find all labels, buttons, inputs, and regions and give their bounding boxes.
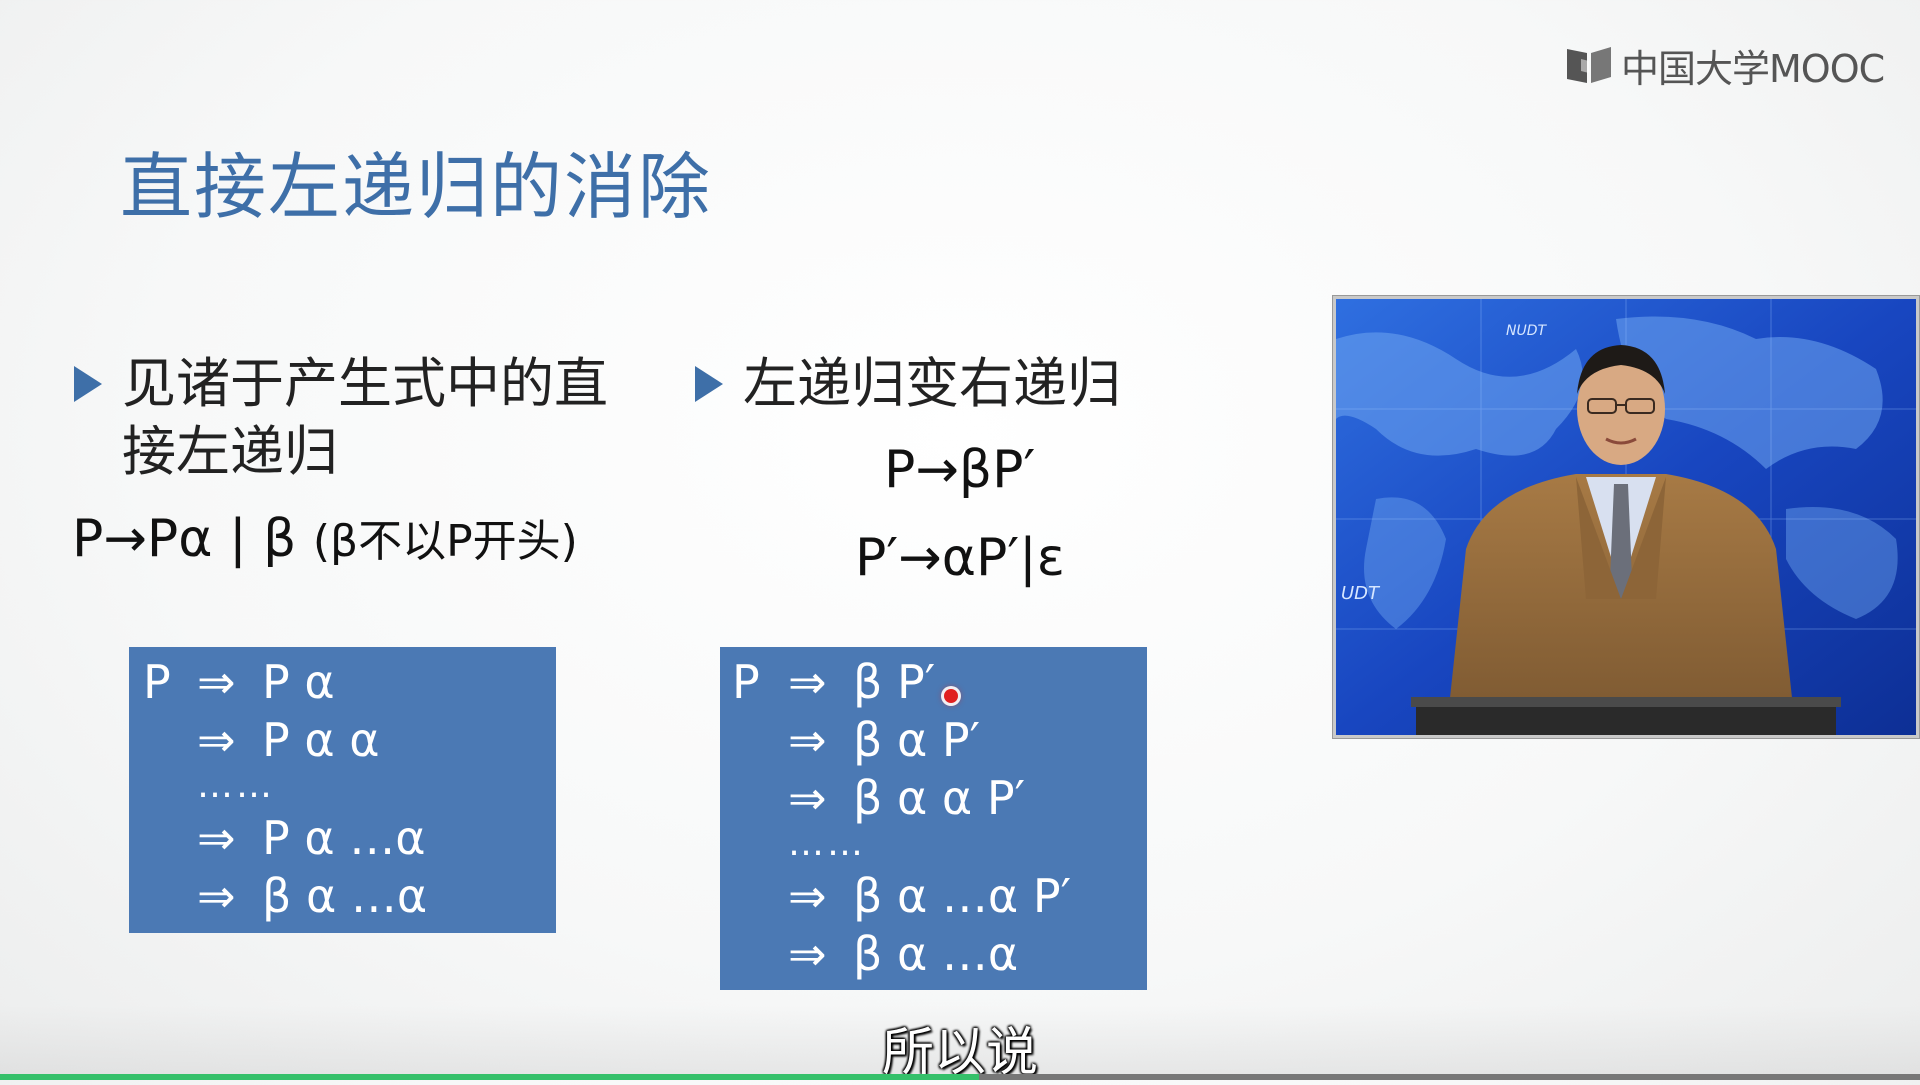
deriv-arrow: ⇒ bbox=[197, 655, 236, 709]
deriv-rhs: β α α P′ bbox=[853, 771, 1026, 825]
deriv-arrow: ⇒ bbox=[788, 655, 827, 709]
left-formula: P→Pα | β (β不以P开头) bbox=[72, 505, 578, 569]
deriv-arrow: ⇒ bbox=[197, 869, 236, 923]
deriv-rhs: P α …α bbox=[262, 811, 426, 865]
backdrop-label: NUDT bbox=[1506, 323, 1548, 339]
slide-title: 直接左递归的消除 bbox=[120, 145, 713, 229]
left-formula-main: P→Pα | β bbox=[72, 509, 297, 569]
deriv-arrow: ⇒ bbox=[197, 713, 236, 767]
left-derivation-box: P ⇒ P α ⇒ P α α …… ⇒ P α …α ⇒ β α …α bbox=[129, 647, 556, 933]
video-progress-fill bbox=[0, 1074, 980, 1080]
deriv-lhs: P bbox=[143, 655, 171, 709]
deriv-arrow: ⇒ bbox=[197, 811, 236, 865]
right-bullet: 左递归变右递归 bbox=[695, 350, 1121, 418]
deriv-arrow: ⇒ bbox=[788, 869, 827, 923]
video-progress-bar[interactable] bbox=[0, 1074, 1920, 1080]
deriv-rhs: β α P′ bbox=[853, 713, 981, 767]
deriv-arrow: ⇒ bbox=[788, 771, 827, 825]
left-formula-note: (β不以P开头) bbox=[312, 516, 578, 567]
deriv-ellipsis: …… bbox=[788, 823, 866, 864]
deriv-rhs: β α …α P′ bbox=[853, 869, 1072, 923]
bullet-triangle-icon bbox=[695, 366, 723, 402]
deriv-ellipsis: …… bbox=[197, 765, 275, 806]
deriv-arrow: ⇒ bbox=[788, 927, 827, 981]
deriv-rhs: P α α bbox=[262, 713, 380, 767]
book-logo-icon bbox=[1567, 47, 1611, 83]
brand-name: 中国大学MOOC bbox=[1621, 46, 1885, 91]
left-bullet-text: 见诸于产生式中的直接左递归 bbox=[122, 352, 608, 483]
right-bullet-text: 左递归变右递归 bbox=[743, 352, 1121, 415]
deriv-lhs: P bbox=[732, 655, 760, 709]
right-formula-1: P→βP′ bbox=[884, 440, 1036, 500]
deriv-arrow: ⇒ bbox=[788, 713, 827, 767]
right-formula-2: P′→αP′|ε bbox=[855, 528, 1065, 588]
backdrop-label: UDT bbox=[1341, 583, 1381, 604]
deriv-rhs: P α bbox=[262, 655, 335, 709]
deriv-rhs: β P′ bbox=[853, 655, 936, 709]
laser-pointer-dot bbox=[944, 689, 958, 703]
presenter-video-image: NUDT UDT bbox=[1336, 299, 1916, 735]
presenter-video[interactable]: NUDT UDT bbox=[1333, 296, 1919, 738]
mooc-logo: 中国大学MOOC bbox=[1565, 40, 1885, 91]
bullet-triangle-icon bbox=[74, 366, 102, 402]
deriv-rhs: β α …α bbox=[262, 869, 428, 923]
right-derivation-box: P ⇒ β P′ ⇒ β α P′ ⇒ β α α P′ …… ⇒ β α …α… bbox=[720, 647, 1147, 990]
left-bullet: 见诸于产生式中的直接左递归 bbox=[74, 350, 634, 486]
deriv-rhs: β α …α bbox=[853, 927, 1019, 981]
